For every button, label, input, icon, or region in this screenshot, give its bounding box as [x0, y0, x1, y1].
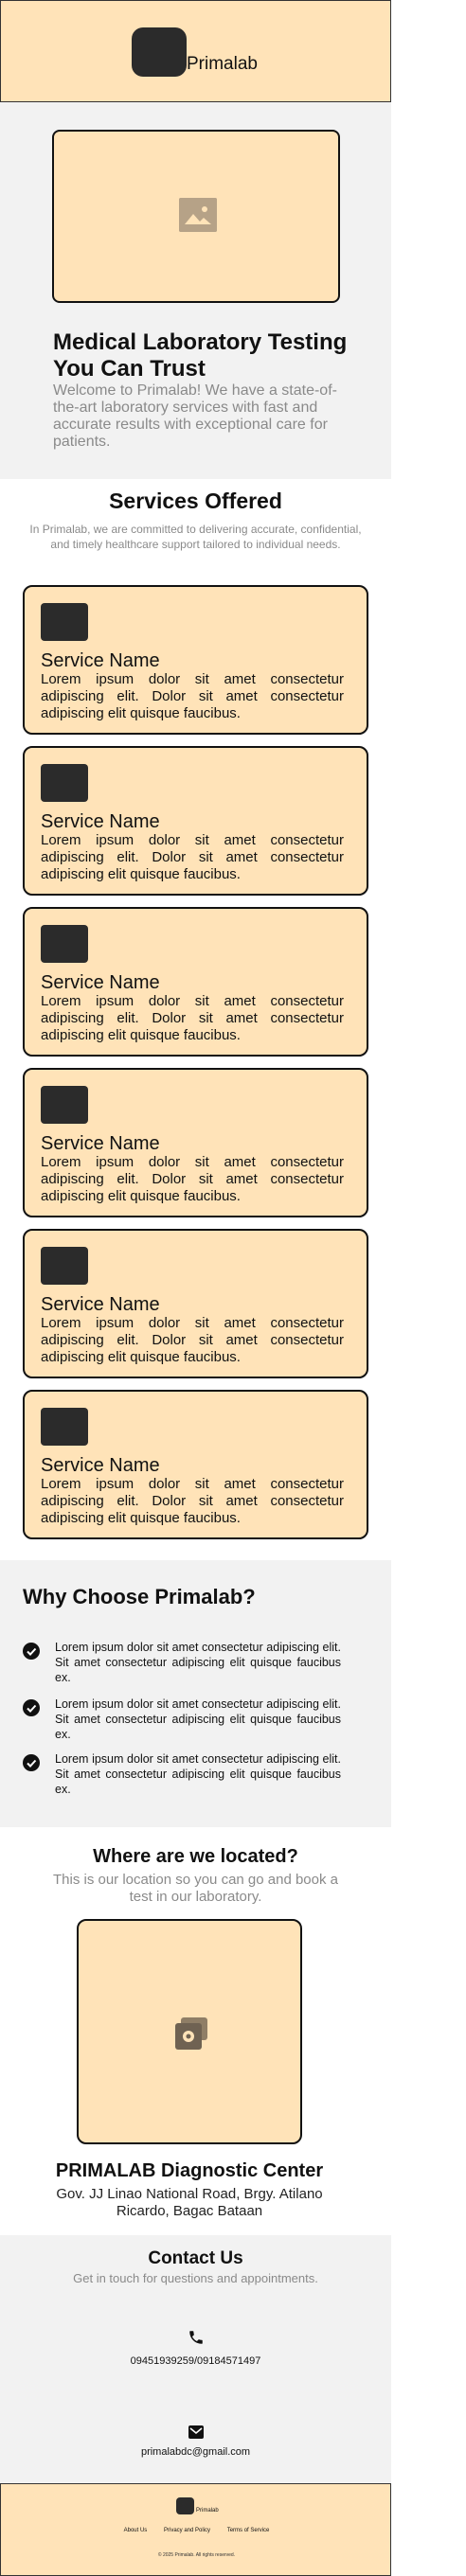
site-header: Primalab: [0, 0, 391, 102]
service-card[interactable]: Service Name Lorem ipsum dolor sit amet …: [23, 1390, 368, 1539]
services-heading: Services Offered: [109, 489, 282, 513]
hero-subtitle: Welcome to Primalab! We have a state-of-…: [53, 382, 337, 450]
hero-section: Medical Laboratory Testing You Can Trust…: [0, 102, 391, 479]
service-icon: [41, 1247, 88, 1285]
why-heading: Why Choose Primalab?: [23, 1585, 256, 1608]
service-icon: [41, 603, 88, 641]
service-card[interactable]: Service Name Lorem ipsum dolor sit amet …: [23, 585, 368, 735]
services-intro: In Primalab, we are committed to deliver…: [29, 523, 362, 551]
service-description: Lorem ipsum dolor sit amet consectetur a…: [41, 1315, 344, 1365]
service-card[interactable]: Service Name Lorem ipsum dolor sit amet …: [23, 746, 368, 896]
check-circle-icon: [23, 1643, 40, 1660]
contact-intro: Get in touch for questions and appointme…: [73, 2271, 318, 2285]
logo[interactable]: [132, 27, 187, 77]
why-item-text: Lorem ipsum dolor sit amet consectetur a…: [55, 1752, 341, 1796]
service-description: Lorem ipsum dolor sit amet consectetur a…: [41, 671, 344, 721]
why-item-text: Lorem ipsum dolor sit amet consectetur a…: [55, 1697, 341, 1741]
service-name: Service Name: [41, 811, 160, 832]
footer-logo[interactable]: [176, 2497, 194, 2514]
footer-copyright: © 2025 Primalab. All rights reserved.: [157, 2552, 236, 2558]
check-circle-icon: [23, 1699, 40, 1716]
location-address: Gov. JJ Linao National Road, Brgy. Atila…: [56, 2186, 323, 2219]
service-name: Service Name: [41, 1294, 160, 1315]
brand-name[interactable]: Primalab: [187, 54, 258, 75]
location-heading: Where are we located?: [93, 1846, 298, 1867]
footer-brand[interactable]: Primalab: [196, 2508, 219, 2514]
contact-section: Contact Us Get in touch for questions an…: [0, 2235, 391, 2483]
service-card[interactable]: Service Name Lorem ipsum dolor sit amet …: [23, 1068, 368, 1217]
location-header: Where are we located? This is our locati…: [0, 1846, 391, 1906]
hero-title: Medical Laboratory Testing You Can Trust: [53, 329, 348, 382]
footer-link-about[interactable]: About Us: [124, 2528, 148, 2533]
service-icon: [41, 1086, 88, 1124]
service-name: Service Name: [41, 1133, 160, 1154]
service-description: Lorem ipsum dolor sit amet consectetur a…: [41, 993, 344, 1043]
service-card[interactable]: Service Name Lorem ipsum dolor sit amet …: [23, 907, 368, 1057]
contact-heading: Contact Us: [148, 2248, 243, 2268]
service-icon: [41, 764, 88, 802]
image-placeholder-icon: [179, 198, 217, 232]
service-card[interactable]: Service Name Lorem ipsum dolor sit amet …: [23, 1229, 368, 1378]
service-name: Service Name: [41, 972, 160, 993]
service-description: Lorem ipsum dolor sit amet consectetur a…: [41, 832, 344, 882]
why-choose-section: Why Choose Primalab? Lorem ipsum dolor s…: [0, 1560, 391, 1827]
footer-link-privacy[interactable]: Privacy and Policy: [164, 2528, 210, 2533]
why-item-text: Lorem ipsum dolor sit amet consectetur a…: [55, 1641, 341, 1684]
service-name: Service Name: [41, 1455, 160, 1476]
service-name: Service Name: [41, 650, 160, 671]
service-description: Lorem ipsum dolor sit amet consectetur a…: [41, 1476, 344, 1526]
hero-image: [52, 130, 340, 303]
contact-email[interactable]: primalabdc@gmail.com: [0, 2446, 391, 2458]
location-intro: This is our location so you can go and b…: [52, 1872, 339, 1905]
services-header: Services Offered In Primalab, we are com…: [0, 489, 391, 552]
check-circle-icon: [23, 1754, 40, 1771]
email-icon: [188, 2425, 204, 2439]
service-icon: [41, 925, 88, 963]
location-image: [77, 1919, 302, 2144]
service-description: Lorem ipsum dolor sit amet consectetur a…: [41, 1154, 344, 1204]
service-icon: [41, 1408, 88, 1446]
footer-links: About Us Privacy and Policy Terms of Ser…: [1, 2528, 392, 2533]
photo-gallery-icon: [173, 2016, 209, 2052]
site-footer: Primalab About Us Privacy and Policy Ter…: [0, 2483, 391, 2576]
contact-phone[interactable]: 09451939259/09184571497: [0, 2355, 391, 2367]
phone-icon: [188, 2329, 205, 2346]
location-name: PRIMALAB Diagnostic Center: [55, 2160, 324, 2181]
footer-link-terms[interactable]: Terms of Service: [227, 2528, 270, 2533]
